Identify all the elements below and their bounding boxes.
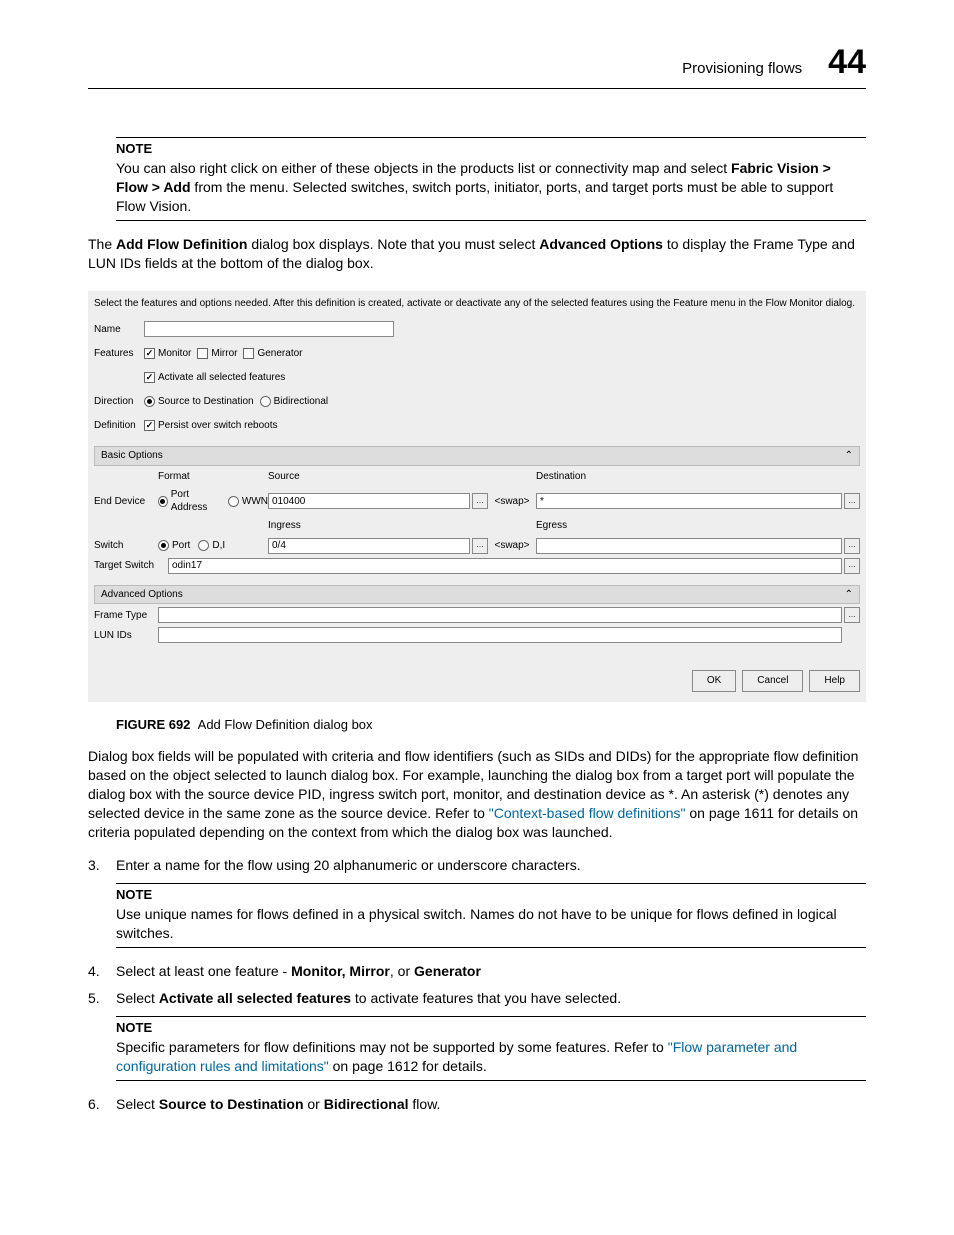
figure-caption: FIGURE 692 Add Flow Definition dialog bo… <box>116 716 866 734</box>
ok-button[interactable]: OK <box>692 670 736 692</box>
ingress-header: Ingress <box>268 519 488 533</box>
wwn-radio[interactable]: WWN <box>228 495 268 509</box>
paragraph: The Add Flow Definition dialog box displ… <box>88 235 866 273</box>
frame-type-input[interactable] <box>158 607 842 623</box>
note-block: NOTE Use unique names for flows defined … <box>116 883 866 948</box>
end-device-label: End Device <box>94 495 158 509</box>
paragraph: Dialog box fields will be populated with… <box>88 747 866 841</box>
egress-input[interactable] <box>536 538 842 554</box>
step-4: 4. Select at least one feature - Monitor… <box>88 962 866 981</box>
ingress-input[interactable]: 0/4 <box>268 538 470 554</box>
direction-label: Direction <box>94 395 144 409</box>
frame-type-browse-button[interactable]: … <box>844 607 860 623</box>
mirror-checkbox[interactable]: Mirror <box>197 347 237 361</box>
persist-checkbox[interactable]: Persist over switch reboots <box>144 419 278 433</box>
chapter-number: 44 <box>828 40 866 86</box>
note-label: NOTE <box>116 886 866 904</box>
swap-button-2[interactable]: <swap> <box>494 540 529 551</box>
definition-label: Definition <box>94 419 144 433</box>
target-switch-input[interactable]: odin17 <box>168 558 842 574</box>
features-label: Features <box>94 347 144 361</box>
monitor-checkbox[interactable]: Monitor <box>144 347 191 361</box>
note-block: NOTE You can also right click on either … <box>116 137 866 221</box>
egress-browse-button[interactable]: … <box>844 538 860 554</box>
target-switch-label: Target Switch <box>94 559 168 573</box>
header-title: Provisioning flows <box>682 59 802 79</box>
note-label: NOTE <box>116 140 866 158</box>
note-text: Use unique names for flows defined in a … <box>116 905 866 943</box>
step-6: 6. Select Source to Destination or Bidir… <box>88 1095 866 1114</box>
activate-all-checkbox[interactable]: Activate all selected features <box>144 371 285 385</box>
context-based-flow-link[interactable]: "Context-based flow definitions" <box>489 805 686 821</box>
basic-options-header[interactable]: Basic Options ⌃ <box>94 446 860 466</box>
destination-browse-button[interactable]: … <box>844 493 860 509</box>
destination-input[interactable]: * <box>536 493 842 509</box>
add-flow-definition-dialog: Select the features and options needed. … <box>88 291 866 702</box>
source-browse-button[interactable]: … <box>472 493 488 509</box>
target-switch-browse-button[interactable]: … <box>844 558 860 574</box>
note-text: Specific parameters for flow definitions… <box>116 1038 866 1076</box>
name-label: Name <box>94 323 144 337</box>
help-button[interactable]: Help <box>809 670 860 692</box>
format-header: Format <box>158 470 268 484</box>
page-header: Provisioning flows 44 <box>88 40 866 89</box>
source-input[interactable]: 010400 <box>268 493 470 509</box>
frame-type-label: Frame Type <box>94 609 158 623</box>
cancel-button[interactable]: Cancel <box>742 670 803 692</box>
egress-header: Egress <box>536 519 842 533</box>
step-3: 3. Enter a name for the flow using 20 al… <box>88 856 866 875</box>
switch-label: Switch <box>94 539 158 553</box>
port-radio[interactable]: Port <box>158 539 190 553</box>
generator-checkbox[interactable]: Generator <box>243 347 302 361</box>
note-label: NOTE <box>116 1019 866 1037</box>
di-radio[interactable]: D,I <box>198 539 225 553</box>
source-header: Source <box>268 470 488 484</box>
step-5: 5. Select Activate all selected features… <box>88 989 866 1008</box>
destination-header: Destination <box>536 470 842 484</box>
bidirectional-radio[interactable]: Bidirectional <box>260 395 328 409</box>
source-to-destination-radio[interactable]: Source to Destination <box>144 395 254 409</box>
name-input[interactable] <box>144 321 394 337</box>
collapse-icon: ⌃ <box>845 449 853 463</box>
dialog-instruction: Select the features and options needed. … <box>94 297 860 311</box>
lun-ids-label: LUN IDs <box>94 629 158 643</box>
note-block: NOTE Specific parameters for flow defini… <box>116 1016 866 1081</box>
port-address-radio[interactable]: Port Address <box>158 488 220 515</box>
collapse-icon: ⌃ <box>845 588 853 602</box>
swap-button[interactable]: <swap> <box>494 496 529 507</box>
lun-ids-input[interactable] <box>158 627 842 643</box>
note-text: You can also right click on either of th… <box>116 159 866 216</box>
advanced-options-header[interactable]: Advanced Options ⌃ <box>94 585 860 605</box>
ingress-browse-button[interactable]: … <box>472 538 488 554</box>
